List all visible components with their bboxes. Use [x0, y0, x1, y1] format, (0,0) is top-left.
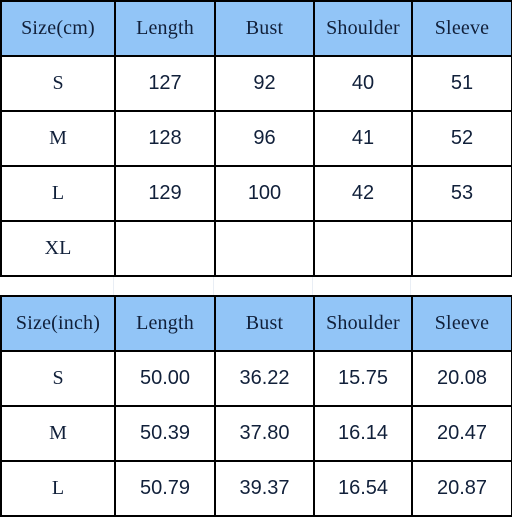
value-sleeve-l-cm: 53 — [411, 165, 512, 222]
column-header-length-cm: Length — [114, 0, 216, 57]
size-label-m-inch: M — [0, 405, 116, 462]
value-shoulder-l-cm: 42 — [313, 165, 413, 222]
value-bust-s-inch: 36.22 — [214, 350, 315, 407]
value-length-l-inch: 50.79 — [114, 460, 216, 517]
column-header-shoulder-cm: Shoulder — [313, 0, 413, 57]
value-length-m-cm: 128 — [114, 110, 216, 167]
table-row: S 127 92 40 51 — [0, 55, 512, 112]
table-row: M 50.39 37.80 16.14 20.47 — [0, 405, 512, 462]
guide-line-3 — [312, 277, 313, 295]
table-header-row-inch: Size(inch) Length Bust Shoulder Sleeve — [0, 295, 512, 352]
table-separator-gap — [0, 277, 511, 295]
value-bust-l-cm: 100 — [214, 165, 315, 222]
value-sleeve-s-cm: 51 — [411, 55, 512, 112]
size-chart-sheet: Size(cm) Length Bust Shoulder Sleeve S 1… — [0, 0, 512, 526]
table-row: S 50.00 36.22 15.75 20.08 — [0, 350, 512, 407]
table-row: L 129 100 42 53 — [0, 165, 512, 222]
value-shoulder-l-inch: 16.54 — [313, 460, 413, 517]
table-row: XL — [0, 220, 512, 277]
column-header-size-inch: Size(inch) — [0, 295, 116, 352]
value-bust-l-inch: 39.37 — [214, 460, 315, 517]
column-header-bust-inch: Bust — [214, 295, 315, 352]
size-label-l-inch: L — [0, 460, 116, 517]
column-header-length-inch: Length — [114, 295, 216, 352]
value-length-s-cm: 127 — [114, 55, 216, 112]
value-bust-m-inch: 37.80 — [214, 405, 315, 462]
size-label-s-cm: S — [0, 55, 116, 112]
size-label-s-inch: S — [0, 350, 116, 407]
size-label-m-cm: M — [0, 110, 116, 167]
value-sleeve-l-inch: 20.87 — [411, 460, 512, 517]
table-header-row-cm: Size(cm) Length Bust Shoulder Sleeve — [0, 0, 512, 57]
guide-line-2 — [213, 277, 214, 295]
separator-guide-lines — [0, 277, 511, 295]
column-header-bust-cm: Bust — [214, 0, 315, 57]
value-shoulder-s-inch: 15.75 — [313, 350, 413, 407]
guide-line-4 — [410, 277, 411, 295]
column-header-shoulder-inch: Shoulder — [313, 295, 413, 352]
table-row: L 50.79 39.37 16.54 20.87 — [0, 460, 512, 517]
value-shoulder-s-cm: 40 — [313, 55, 413, 112]
value-bust-m-cm: 96 — [214, 110, 315, 167]
size-chart-inch: Size(inch) Length Bust Shoulder Sleeve S… — [0, 295, 512, 517]
value-length-s-inch: 50.00 — [114, 350, 216, 407]
value-shoulder-m-cm: 41 — [313, 110, 413, 167]
size-label-xl-cm: XL — [0, 220, 116, 277]
value-bust-s-cm: 92 — [214, 55, 315, 112]
table-row: M 128 96 41 52 — [0, 110, 512, 167]
value-sleeve-xl-cm — [411, 220, 512, 277]
column-header-sleeve-inch: Sleeve — [411, 295, 512, 352]
value-sleeve-s-inch: 20.08 — [411, 350, 512, 407]
value-bust-xl-cm — [214, 220, 315, 277]
value-shoulder-m-inch: 16.14 — [313, 405, 413, 462]
value-sleeve-m-cm: 52 — [411, 110, 512, 167]
guide-line-1 — [113, 277, 114, 295]
value-sleeve-m-inch: 20.47 — [411, 405, 512, 462]
column-header-size-cm: Size(cm) — [0, 0, 116, 57]
size-chart-cm: Size(cm) Length Bust Shoulder Sleeve S 1… — [0, 0, 512, 277]
value-shoulder-xl-cm — [313, 220, 413, 277]
value-length-l-cm: 129 — [114, 165, 216, 222]
value-length-xl-cm — [114, 220, 216, 277]
size-label-l-cm: L — [0, 165, 116, 222]
value-length-m-inch: 50.39 — [114, 405, 216, 462]
column-header-sleeve-cm: Sleeve — [411, 0, 512, 57]
